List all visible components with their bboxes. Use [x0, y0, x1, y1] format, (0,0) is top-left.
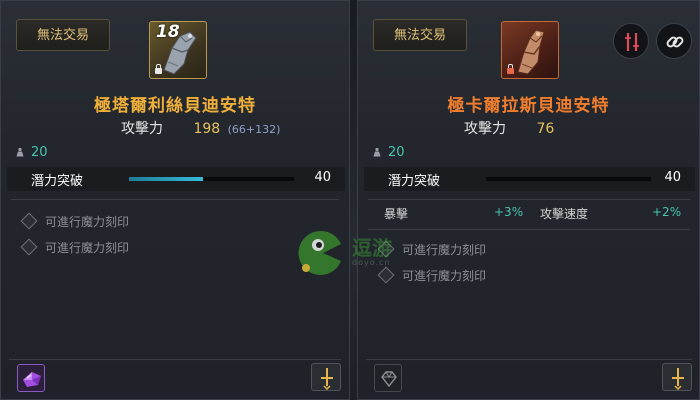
tooltip-footer: [9, 359, 341, 393]
weight-stat: 20: [372, 145, 405, 160]
limit-break-progress-fill: [129, 177, 204, 181]
item-icon-gauntlet[interactable]: [501, 21, 559, 79]
empty-gem-slot-icon: [381, 371, 397, 388]
lock-icon: [155, 64, 162, 74]
engraving-diamond-icon: [20, 212, 38, 230]
engraving-slot[interactable]: 可進行魔力刻印: [20, 238, 130, 256]
engraving-label: 可進行魔力刻印: [45, 215, 130, 229]
limit-break-label: 潛力突破: [388, 174, 441, 189]
weight-icon: [16, 147, 24, 157]
divider: [368, 229, 690, 230]
item-comparison-screen: 無法交易 18 極塔爾利絲貝迪安特 攻擊力 198 (66+132) 20 潛力…: [0, 0, 700, 400]
limit-break-progress-bar: [486, 177, 651, 181]
tooltip-footer: [366, 359, 692, 393]
action-button[interactable]: [311, 363, 341, 391]
divider: [11, 199, 339, 200]
sword-action-icon: [321, 368, 333, 391]
compare-swords-icon: [625, 33, 639, 51]
crit-value: +3%: [494, 205, 524, 219]
watermark: 逗游 doyo.cn: [296, 228, 416, 278]
watermark-logo-icon: [298, 230, 341, 275]
attack-speed-label: 攻擊速度: [540, 207, 589, 221]
attack-speed-value: +2%: [652, 205, 682, 219]
trade-status-badge: 無法交易: [16, 19, 110, 51]
gem-slot[interactable]: [17, 364, 45, 392]
link-button[interactable]: [656, 23, 692, 59]
limit-break-label: 潛力突破: [31, 174, 84, 189]
compare-button[interactable]: [613, 23, 649, 59]
attack-stat: 攻擊力 76: [464, 118, 554, 138]
limit-break-progress-bar: [129, 177, 294, 181]
weight-value: 20: [388, 145, 405, 160]
weight-icon: [373, 147, 381, 157]
attack-value: 76: [536, 121, 555, 137]
item-level: 18: [156, 22, 180, 42]
engraving-diamond-icon: [20, 238, 38, 256]
weight-stat: 20: [15, 145, 48, 160]
gem-slot[interactable]: [374, 364, 402, 392]
action-button[interactable]: [662, 363, 692, 391]
compared-item-tooltip: 無法交易 極卡爾拉斯貝迪安特 攻擊力 76 20 潛力突破 40 暴擊 +3% …: [357, 0, 700, 400]
engraving-slot[interactable]: 可進行魔力刻印: [20, 212, 130, 230]
engraving-label: 可進行魔力刻印: [45, 241, 130, 255]
sword-action-icon: [672, 368, 684, 391]
purple-gem-icon: [23, 372, 41, 387]
item-name: 極卡爾拉斯貝迪安特: [447, 96, 610, 116]
attack-label: 攻擊力: [464, 121, 506, 137]
item-name: 極塔爾利絲貝迪安特: [94, 96, 256, 116]
item-icon-gauntlet[interactable]: 18: [149, 21, 207, 79]
divider: [368, 199, 690, 200]
weight-value: 20: [31, 145, 48, 160]
equipped-item-tooltip: 無法交易 18 極塔爾利絲貝迪安特 攻擊力 198 (66+132) 20 潛力…: [0, 0, 350, 400]
limit-break-row: 潛力突破 40: [7, 167, 345, 191]
watermark-text: 逗游: [352, 236, 392, 260]
trade-status-badge: 無法交易: [373, 19, 467, 51]
limit-break-row: 潛力突破 40: [364, 167, 695, 191]
attack-breakdown: (66+132): [227, 123, 281, 136]
chain-link-icon: [666, 36, 684, 48]
lock-icon: [507, 64, 514, 74]
attack-value: 198: [193, 121, 221, 137]
attack-label: 攻擊力: [121, 121, 163, 137]
crit-label: 暴擊: [384, 207, 409, 221]
watermark-subtext: doyo.cn: [352, 258, 391, 267]
limit-break-value: 40: [314, 170, 331, 185]
limit-break-value: 40: [664, 170, 681, 185]
attack-stat: 攻擊力 198 (66+132): [121, 118, 280, 138]
